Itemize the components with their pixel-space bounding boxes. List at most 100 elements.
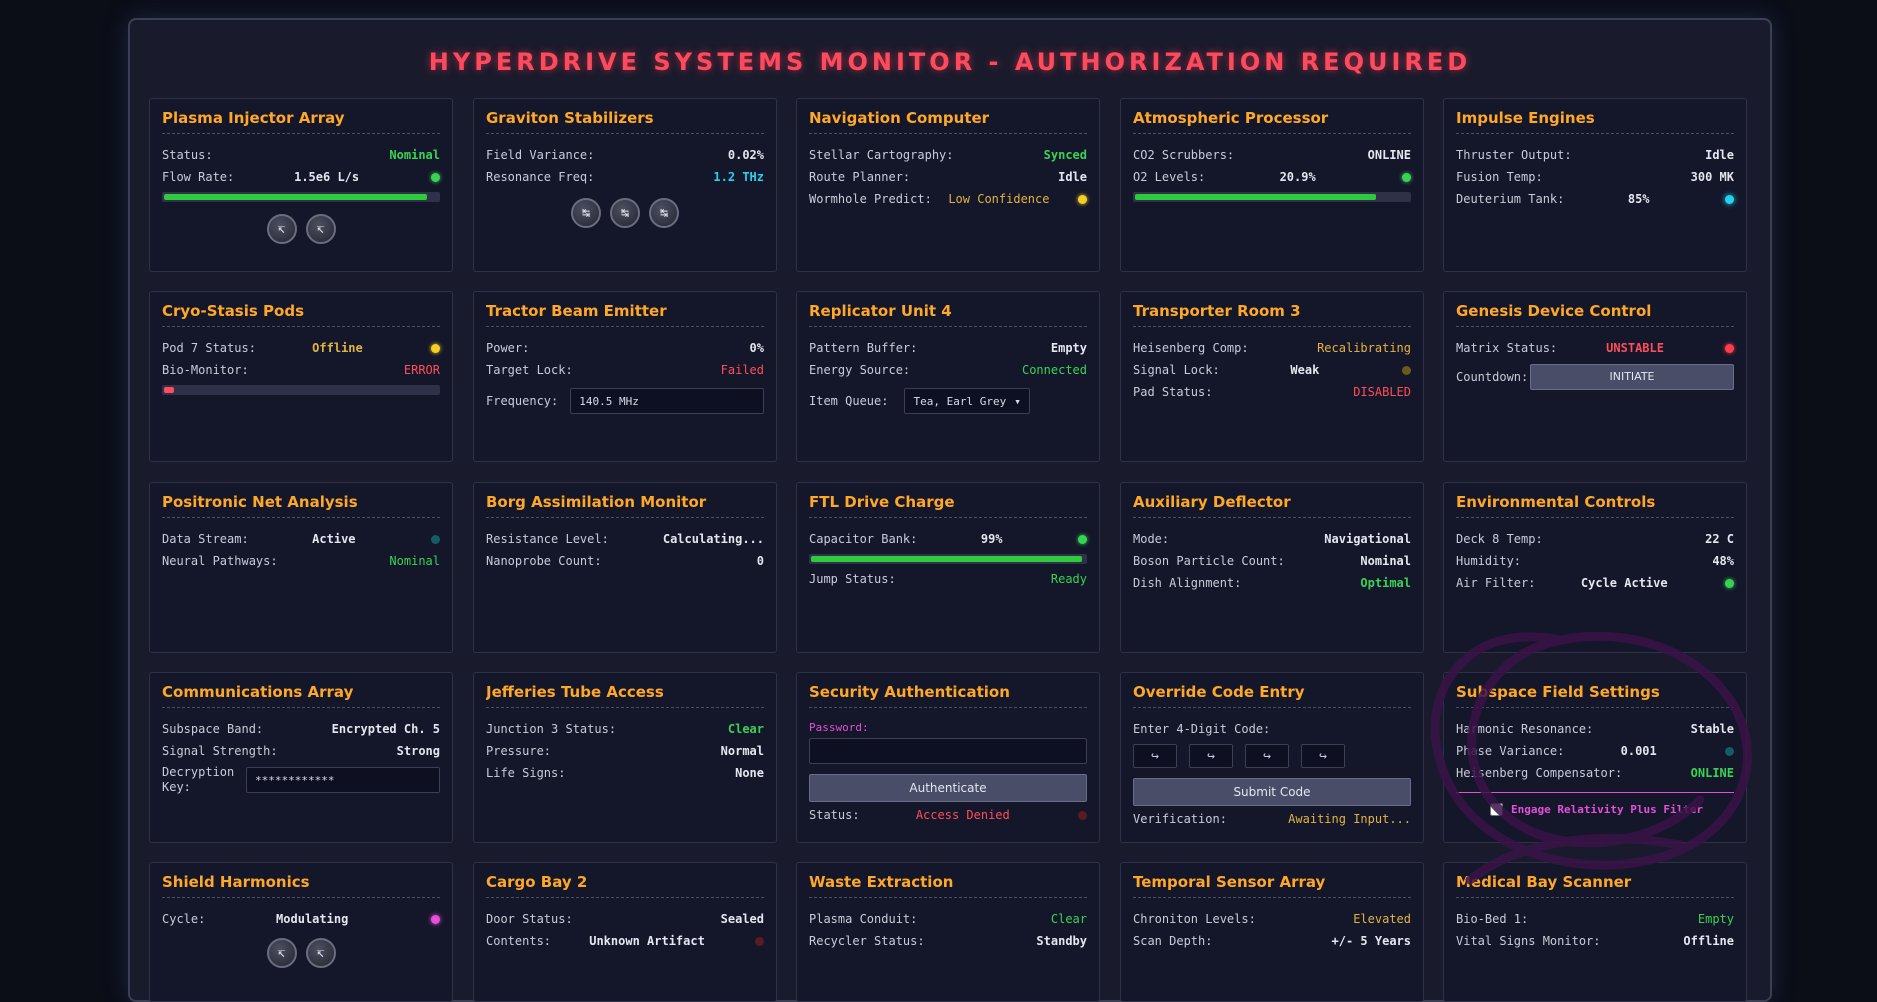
thruster-value: Idle: [1705, 148, 1734, 162]
panel-title: Override Code Entry: [1133, 683, 1411, 708]
bio-monitor-label: Bio-Monitor:: [162, 363, 249, 377]
resonance-freq-label: Resonance Freq:: [486, 170, 595, 184]
field-variance-label: Field Variance:: [486, 148, 595, 162]
authenticate-button[interactable]: Authenticate: [809, 774, 1087, 802]
scan-depth-label: Scan Depth:: [1133, 934, 1213, 948]
harmonic-value: Stable: [1690, 722, 1734, 736]
decryption-key-input[interactable]: [246, 767, 440, 793]
bio-monitor-bar: [162, 385, 440, 395]
heisenberg-comp-value: ONLINE: [1690, 766, 1734, 780]
status-led: [431, 172, 440, 182]
knob-icon[interactable]: ↸: [305, 938, 336, 968]
energy-source-label: Energy Source:: [809, 363, 911, 377]
frequency-input[interactable]: [570, 388, 764, 414]
flow-rate-bar: [162, 192, 440, 202]
knob-icon[interactable]: ↹: [610, 198, 640, 228]
capacitor-label: Capacitor Bank:: [809, 532, 918, 546]
resistance-label: Resistance Level:: [486, 532, 609, 546]
knob-icon[interactable]: ↹: [571, 198, 601, 228]
stellar-label: Stellar Cartography:: [809, 148, 954, 162]
panel-atmospheric-processor: Atmospheric Processor CO2 Scrubbers: ONLI…: [1120, 98, 1424, 272]
panel-title: Borg Assimilation Monitor: [486, 493, 764, 518]
panel-security-auth: Security Authentication Password: Authen…: [796, 672, 1100, 843]
route-label: Route Planner:: [809, 170, 911, 184]
panel-auxiliary-deflector: Auxiliary Deflector Mode: Navigational Bo…: [1120, 482, 1424, 653]
energy-source-value: Connected: [1021, 363, 1087, 377]
key-icon[interactable]: ↪: [1245, 744, 1289, 768]
pod-label: Pod 7 Status:: [162, 341, 256, 355]
relativity-filter-checkbox[interactable]: [1490, 803, 1503, 816]
key-icon[interactable]: ↪: [1133, 744, 1177, 768]
o2-value: 20.9%: [1279, 170, 1316, 184]
knob-icon[interactable]: ↹: [649, 198, 679, 228]
submit-code-button[interactable]: Submit Code: [1133, 778, 1411, 806]
co2-value: ONLINE: [1367, 148, 1411, 162]
boson-label: Boson Particle Count:: [1133, 554, 1285, 568]
bio-monitor-value: ERROR: [403, 363, 440, 377]
relativity-filter-label[interactable]: Engage Relativity Plus Filter: [1511, 803, 1703, 816]
o2-bar-fill: [1135, 194, 1376, 200]
key-icon[interactable]: ↪: [1189, 744, 1233, 768]
panel-title: Subspace Field Settings: [1456, 683, 1734, 708]
neural-label: Neural Pathways:: [162, 554, 278, 568]
panel-jefferies-tube: Jefferies Tube Access Junction 3 Status:…: [473, 672, 777, 843]
door-status-label: Door Status:: [486, 912, 573, 926]
recycler-value: Standby: [1036, 934, 1087, 948]
initiate-button[interactable]: INITIATE: [1530, 364, 1734, 390]
password-label: Password:: [809, 720, 869, 734]
panel-title: Jefferies Tube Access: [486, 683, 764, 708]
deck-temp-label: Deck 8 Temp:: [1456, 532, 1543, 546]
panel-cryo-stasis: Cryo-Stasis Pods Pod 7 Status: Offline Bi…: [149, 291, 453, 462]
cycle-value: Modulating: [276, 912, 349, 926]
panel-title: Environmental Controls: [1456, 493, 1734, 518]
panel-waste-extraction: Waste Extraction Plasma Conduit: Clear Re…: [796, 862, 1100, 1002]
pad-status-value: DISABLED: [1353, 385, 1411, 399]
panel-title: Positronic Net Analysis: [162, 493, 440, 518]
panel-title: Graviton Stabilizers: [486, 109, 764, 134]
knob-icon[interactable]: ↸: [266, 938, 297, 968]
heisenberg-value: Recalibrating: [1317, 341, 1411, 355]
panel-title: Navigation Computer: [809, 109, 1087, 134]
bio-bed-label: Bio-Bed 1:: [1456, 912, 1529, 926]
capacitor-bar: [809, 554, 1087, 564]
recycler-label: Recycler Status:: [809, 934, 925, 948]
panel-title: Auxiliary Deflector: [1133, 493, 1411, 518]
status-led: [755, 936, 764, 946]
panel-borg-monitor: Borg Assimilation Monitor Resistance Lev…: [473, 482, 777, 653]
key-icon[interactable]: ↪: [1301, 744, 1345, 768]
panel-positronic-net: Positronic Net Analysis Data Stream: Acti…: [149, 482, 453, 653]
resonance-freq-value: 1.2 THz: [713, 170, 764, 184]
status-led: [1725, 746, 1734, 756]
item-queue-value: Tea, Earl Grey: [913, 394, 1007, 408]
panel-title: Cargo Bay 2: [486, 873, 764, 898]
deck-temp-value: 22 C: [1705, 532, 1734, 546]
pattern-buffer-value: Empty: [1050, 341, 1087, 355]
subspace-band-label: Subspace Band:: [162, 722, 264, 736]
page-title: HYPERDRIVE SYSTEMS MONITOR - AUTHORIZATI…: [428, 48, 1472, 76]
matrix-status-label: Matrix Status:: [1456, 341, 1558, 355]
panel-transporter: Transporter Room 3 Heisenberg Comp: Recal…: [1120, 291, 1424, 462]
contents-label: Contents:: [486, 934, 552, 948]
signal-lock-label: Signal Lock:: [1133, 363, 1220, 377]
bio-bed-value: Empty: [1697, 912, 1734, 926]
panel-title: Waste Extraction: [809, 873, 1087, 898]
verification-label: Verification:: [1133, 812, 1227, 826]
panel-medical-scanner: Medical Bay Scanner Bio-Bed 1: Empty Vita…: [1443, 862, 1747, 1002]
life-signs-label: Life Signs:: [486, 766, 566, 780]
o2-bar: [1133, 192, 1411, 202]
knob-icon[interactable]: ↸: [305, 214, 336, 244]
status-led: [1401, 365, 1411, 375]
knob-icon[interactable]: ↸: [266, 214, 297, 244]
panel-title: Medical Bay Scanner: [1456, 873, 1734, 898]
panel-subspace-field: Subspace Field Settings Harmonic Resonan…: [1443, 672, 1747, 843]
panel-cargo-bay: Cargo Bay 2 Door Status: Sealed Contents:…: [473, 862, 777, 1002]
item-queue-select[interactable]: Tea, Earl Grey ▾: [904, 388, 1030, 414]
mode-label: Mode:: [1133, 532, 1170, 546]
verification-value: Awaiting Input...: [1288, 812, 1411, 826]
status-led: [431, 343, 440, 353]
pad-status-label: Pad Status:: [1133, 385, 1213, 399]
password-input[interactable]: [809, 738, 1087, 764]
flow-rate-label: Flow Rate:: [162, 170, 235, 184]
deuterium-label: Deuterium Tank:: [1456, 192, 1565, 206]
o2-label: O2 Levels:: [1133, 170, 1206, 184]
